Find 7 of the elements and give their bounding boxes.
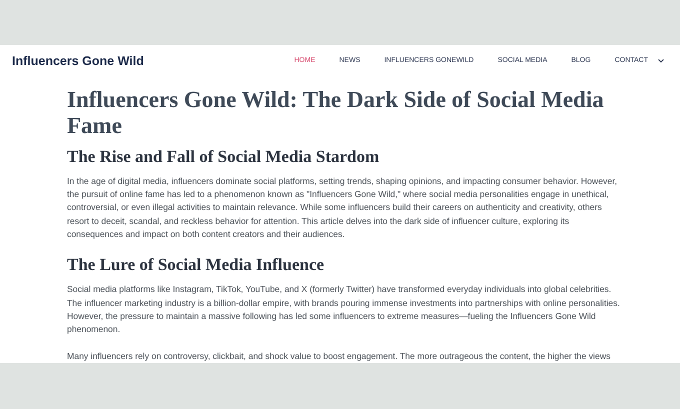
section-heading: The Rise and Fall of Social Media Stardom <box>67 146 380 167</box>
site-title: Influencers Gone Wild <box>12 52 144 70</box>
section-heading: The Lure of Social Media Influence <box>67 254 326 276</box>
article-title: Influencers Gone Wild: The Dark Side of Social Media Fame <box>67 87 605 138</box>
paragraph: Many influencers rely on controversy, clickbait, and shock value to boost engagement. The more outrageous the content, the higher the views <box>67 350 612 363</box>
paragraph: Social media platforms like Instagram, TikTok, YouTube, and X (formerly Twitter) have transformed everyday individuals into global celebrities. The influencer marketing industry is a billion-dollar empire, with brands pouring immense investments into partnerships with online personalities. However, the pressure to maintain a massive following has led some influencers to extreme measures—fueling the Influencers Gone Wild phenomenon. <box>67 283 621 336</box>
paragraph: In the age of digital media, influencers dominate social platforms, setting trends, shaping opinions, and impacting consumer behavior. However, the pursuit of online fame has led to a phenomenon known as "Influencers Gone Wild," where social media personalities engage in unethical, controversial, or even illegal activities to maintain relevance. While some influencers build their careers on authenticity and creativity, others resort to deceit, scandal, and reckless behavior for attention. This article delves into the dark side of influencer culture, exploring its consequences and impact on both content creators and their audiences. <box>67 174 618 241</box>
